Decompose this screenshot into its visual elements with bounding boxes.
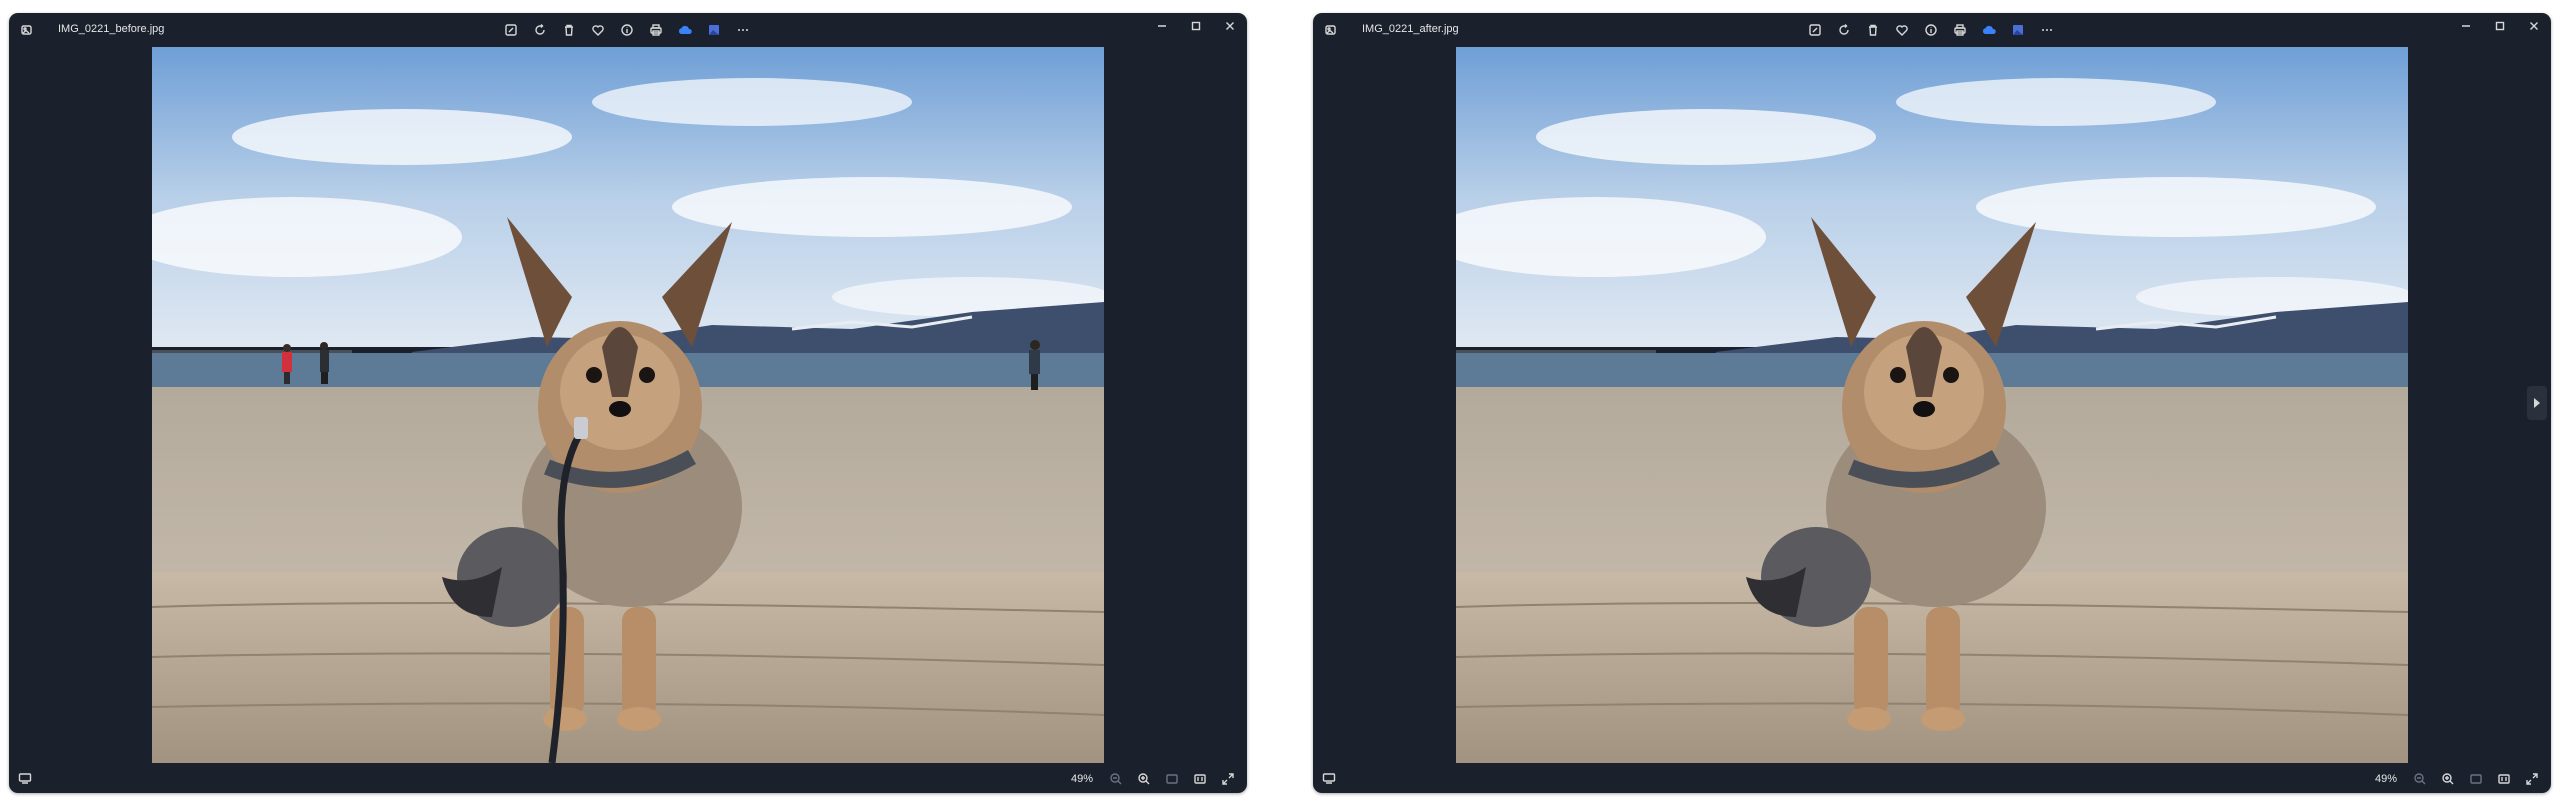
favorite-icon	[1896, 25, 1908, 36]
minimize-button[interactable]	[1145, 13, 1179, 39]
gallery-icon	[709, 25, 719, 35]
photo-viewer-window-after: IMG_0221_after.jpg 49%	[1313, 13, 2551, 793]
zoom-in-button[interactable]	[1133, 768, 1155, 790]
fullscreen-icon	[1222, 773, 1234, 785]
rotate-icon	[535, 24, 545, 35]
favorite-button[interactable]	[1891, 19, 1913, 41]
file-name: IMG_0221_after.jpg	[1362, 23, 1459, 35]
title-bar: IMG_0221_before.jpg	[9, 13, 1247, 47]
zoom-out-button[interactable]	[2409, 768, 2431, 790]
zoom-level: 49%	[2374, 773, 2397, 785]
photos-app-icon[interactable]	[15, 18, 39, 42]
minimize-icon	[1158, 25, 1166, 27]
maximize-button[interactable]	[2483, 13, 2517, 39]
delete-icon	[565, 24, 573, 36]
info-button[interactable]	[1920, 19, 1942, 41]
actual-size-button[interactable]	[1189, 768, 1211, 790]
close-icon	[1226, 22, 1234, 30]
toolbar	[500, 19, 754, 41]
onedrive-button[interactable]	[674, 19, 696, 41]
fullscreen-button[interactable]	[2521, 768, 2543, 790]
fit-button[interactable]	[1161, 768, 1183, 790]
edit-button[interactable]	[1804, 19, 1826, 41]
gallery-button[interactable]	[703, 19, 725, 41]
fit-icon	[1166, 774, 1178, 784]
zoom-in-icon	[2442, 773, 2454, 785]
actual-size-icon	[2498, 774, 2510, 784]
info-button[interactable]	[616, 19, 638, 41]
zoom-out-icon	[1110, 773, 1122, 785]
next-photo-button[interactable]	[2527, 386, 2547, 420]
close-icon	[2530, 22, 2538, 30]
filmstrip-icon	[1322, 773, 1336, 784]
info-icon	[621, 24, 633, 36]
fullscreen-icon	[2526, 773, 2538, 785]
favorite-button[interactable]	[587, 19, 609, 41]
status-bar: 49%	[1313, 763, 2551, 793]
print-icon	[1954, 24, 1966, 36]
rotate-icon	[1839, 24, 1849, 35]
photo-viewer-window-before: IMG_0221_before.jpg 49%	[9, 13, 1247, 793]
window-controls	[1145, 13, 1247, 47]
window-controls	[2449, 13, 2551, 47]
fit-icon	[2470, 774, 2482, 784]
print-button[interactable]	[645, 19, 667, 41]
zoom-in-button[interactable]	[2437, 768, 2459, 790]
close-button[interactable]	[1213, 13, 1247, 39]
edit-icon	[505, 24, 517, 36]
info-icon	[1925, 24, 1937, 36]
edit-button[interactable]	[500, 19, 522, 41]
rotate-button[interactable]	[529, 19, 551, 41]
zoom-out-button[interactable]	[1105, 768, 1127, 790]
zoom-level: 49%	[1070, 773, 1093, 785]
file-name: IMG_0221_before.jpg	[58, 23, 165, 35]
toolbar	[1804, 19, 2058, 41]
photo-after	[1456, 47, 2408, 763]
maximize-icon	[2495, 21, 2505, 31]
delete-button[interactable]	[558, 19, 580, 41]
delete-icon	[1869, 24, 1877, 36]
onedrive-button[interactable]	[1978, 19, 2000, 41]
maximize-button[interactable]	[1179, 13, 1213, 39]
actual-size-button[interactable]	[2493, 768, 2515, 790]
onedrive-icon	[1982, 25, 1996, 34]
maximize-icon	[1191, 21, 1201, 31]
fullscreen-button[interactable]	[1217, 768, 1239, 790]
favorite-icon	[592, 25, 604, 36]
close-button[interactable]	[2517, 13, 2551, 39]
delete-button[interactable]	[1862, 19, 1884, 41]
actual-size-icon	[1194, 774, 1206, 784]
photo-before	[152, 47, 1104, 763]
print-icon	[650, 24, 662, 36]
minimize-icon	[2462, 25, 2470, 27]
gallery-icon	[2013, 25, 2023, 35]
edit-icon	[1809, 24, 1821, 36]
print-button[interactable]	[1949, 19, 1971, 41]
gallery-button[interactable]	[2007, 19, 2029, 41]
rotate-button[interactable]	[1833, 19, 1855, 41]
zoom-controls: 49%	[1071, 768, 1239, 790]
chevron-right-icon	[2534, 398, 2540, 408]
zoom-out-icon	[2414, 773, 2426, 785]
more-icon	[738, 29, 748, 31]
status-bar: 49%	[9, 763, 1247, 793]
onedrive-icon	[678, 25, 692, 34]
filmstrip-button[interactable]	[18, 771, 32, 789]
fit-button[interactable]	[2465, 768, 2487, 790]
filmstrip-icon	[18, 773, 32, 784]
photos-app-icon[interactable]	[1319, 18, 1343, 42]
filmstrip-button[interactable]	[1322, 771, 1336, 789]
zoom-in-icon	[1138, 773, 1150, 785]
more-button[interactable]	[2036, 19, 2058, 41]
zoom-controls: 49%	[2375, 768, 2543, 790]
more-button[interactable]	[732, 19, 754, 41]
more-icon	[2042, 29, 2052, 31]
minimize-button[interactable]	[2449, 13, 2483, 39]
title-bar: IMG_0221_after.jpg	[1313, 13, 2551, 47]
